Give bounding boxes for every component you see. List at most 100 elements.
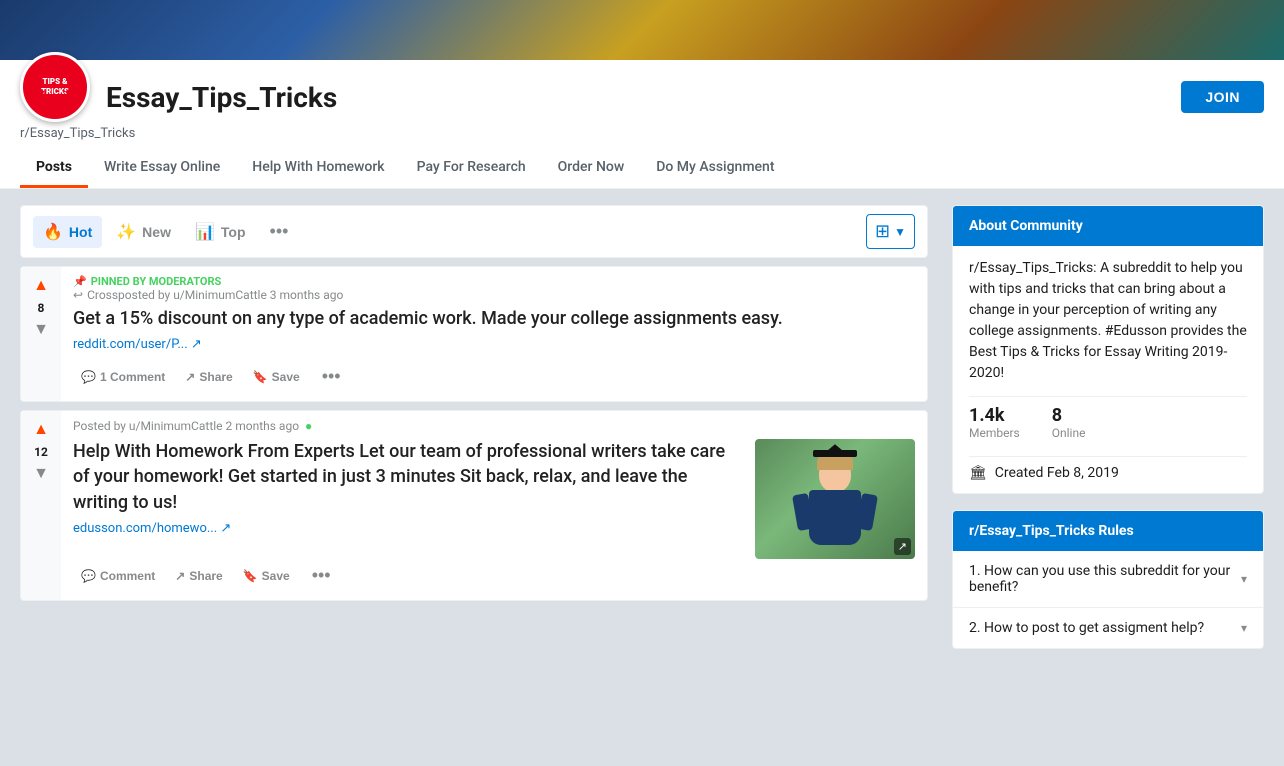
logo-text-line1: TIPS & — [42, 77, 67, 86]
join-button[interactable]: JOIN — [1181, 81, 1264, 113]
comment-button-1[interactable]: 💬 1 Comment — [73, 364, 173, 390]
crosspost-text: Crossposted by u/MinimumCattle 3 months … — [87, 288, 343, 302]
thumbnail-link-icon[interactable]: ↗ — [894, 538, 911, 555]
star-badge-shape: TIPS & TRICKS — [25, 57, 85, 117]
comment-label-1: 1 Comment — [100, 370, 165, 384]
rules-header: r/Essay_Tips_Tricks Rules — [953, 511, 1263, 551]
rule-item-2[interactable]: 2. How to post to get assigment help? ▾ — [953, 608, 1263, 648]
community-logo: TIPS & TRICKS — [20, 52, 90, 122]
post-link-2[interactable]: edusson.com/homewo... ↗ — [73, 521, 743, 536]
rule-1-text: 1. How can you use this subreddit for yo… — [969, 563, 1241, 595]
post-row-2: Help With Homework From Experts Let our … — [73, 439, 915, 559]
sort-hot-button[interactable]: 🔥 Hot — [33, 216, 102, 248]
about-community-header: About Community — [953, 206, 1263, 246]
subreddit-name: r/Essay_Tips_Tricks — [0, 122, 1284, 149]
building-icon: 🏛 — [969, 465, 987, 481]
grid-icon: ⊞ — [875, 221, 890, 242]
rule-2-num: 2. — [969, 620, 981, 636]
vote-count-1: 8 — [38, 301, 45, 315]
comment-button-2[interactable]: 💬 Comment — [73, 563, 163, 589]
crosspost-info-1: ↩ Crossposted by u/MinimumCattle 3 month… — [73, 288, 915, 302]
comment-icon-2: 💬 — [81, 569, 96, 583]
post-content-2: Posted by u/MinimumCattle 2 months ago ●… — [61, 411, 927, 600]
chevron-down-icon: ▼ — [894, 225, 906, 239]
community-info: Essay_Tips_Tricks — [106, 81, 1165, 114]
flame-icon: 🔥 — [43, 222, 63, 242]
thumbnail-image-2 — [755, 439, 915, 559]
comment-icon-1: 💬 — [81, 370, 96, 384]
tab-help-homework[interactable]: Help With Homework — [236, 149, 400, 188]
rule-2-text: 2. How to post to get assigment help? — [969, 620, 1204, 636]
graduate-illustration — [775, 444, 895, 554]
post-card-1: ▲ 8 ▼ 📌 PINNED BY MODERATORS ↩ Crosspost… — [20, 266, 928, 402]
sidebar-column: About Community r/Essay_Tips_Tricks: A s… — [952, 205, 1264, 665]
post-card-2: ▲ 12 ▼ Posted by u/MinimumCattle 2 month… — [20, 410, 928, 601]
save-label-1: Save — [272, 370, 300, 384]
hot-label: Hot — [69, 224, 92, 240]
members-label: Members — [969, 426, 1020, 440]
upvote-button-1[interactable]: ▲ — [31, 275, 51, 297]
chevron-down-icon-1: ▾ — [1241, 572, 1247, 586]
post-link-1[interactable]: reddit.com/user/P... ↗ — [73, 337, 915, 352]
post-text-area-2: Help With Homework From Experts Let our … — [73, 439, 743, 559]
members-stat: 1.4k Members — [969, 405, 1020, 440]
rule-1-label: How can you use this subreddit for your … — [969, 563, 1230, 595]
post-content-1: 📌 PINNED BY MODERATORS ↩ Crossposted by … — [61, 267, 927, 401]
members-count: 1.4k — [969, 405, 1020, 426]
vote-column-2: ▲ 12 ▼ — [21, 411, 61, 600]
sparkle-icon: ✨ — [116, 222, 136, 242]
main-layout: 🔥 Hot ✨ New 📊 Top ••• ⊞ ▼ ▲ 8 ▼ — [0, 189, 1284, 681]
post-actions-2: 💬 Comment ↗ Share 🔖 Save ••• — [73, 559, 915, 592]
online-count: 8 — [1052, 405, 1086, 426]
post-title-1[interactable]: Get a 15% discount on any type of academ… — [73, 306, 915, 331]
save-button-1[interactable]: 🔖 Save — [245, 364, 308, 390]
tab-pay-research[interactable]: Pay For Research — [401, 149, 542, 188]
community-stats: 1.4k Members 8 Online — [969, 396, 1247, 440]
grad-cap-top — [823, 444, 847, 454]
about-description: r/Essay_Tips_Tricks: A subreddit to help… — [969, 258, 1247, 384]
post-title-2[interactable]: Help With Homework From Experts Let our … — [73, 439, 743, 515]
rule-item-1[interactable]: 1. How can you use this subreddit for yo… — [953, 551, 1263, 608]
new-label: New — [142, 224, 171, 240]
nav-tabs: Posts Write Essay Online Help With Homew… — [0, 149, 1284, 189]
downvote-button-2[interactable]: ▼ — [31, 463, 51, 485]
post-more-button-1[interactable]: ••• — [312, 360, 351, 393]
post-actions-1: 💬 1 Comment ↗ Share 🔖 Save ••• — [73, 360, 915, 393]
tab-do-assignment[interactable]: Do My Assignment — [640, 149, 790, 188]
share-icon-2: ↗ — [175, 569, 185, 583]
sort-bar: 🔥 Hot ✨ New 📊 Top ••• ⊞ ▼ — [20, 205, 928, 258]
share-button-1[interactable]: ↗ Share — [177, 364, 240, 390]
logo-text-line2: TRICKS — [41, 87, 69, 96]
post-meta-2: Posted by u/MinimumCattle 2 months ago ● — [73, 419, 915, 433]
share-icon-1: ↗ — [185, 370, 195, 384]
online-label: Online — [1052, 426, 1086, 440]
tab-order-now[interactable]: Order Now — [542, 149, 641, 188]
online-stat: 8 Online — [1052, 405, 1086, 440]
rule-1-num: 1. — [969, 563, 981, 579]
view-toggle-button[interactable]: ⊞ ▼ — [866, 214, 915, 249]
downvote-button-1[interactable]: ▼ — [31, 319, 51, 341]
pin-icon: 📌 — [73, 275, 87, 288]
save-button-2[interactable]: 🔖 Save — [235, 563, 298, 589]
share-label-2: Share — [189, 569, 222, 583]
sort-more-button[interactable]: ••• — [260, 215, 299, 248]
tab-posts[interactable]: Posts — [20, 149, 88, 188]
sort-top-button[interactable]: 📊 Top — [185, 216, 256, 248]
created-date-row: 🏛 Created Feb 8, 2019 — [969, 456, 1247, 481]
pinned-badge-1: 📌 PINNED BY MODERATORS — [73, 275, 915, 288]
post-author-2: Posted by u/MinimumCattle 2 months ago — [73, 419, 299, 433]
save-icon-2: 🔖 — [243, 569, 258, 583]
upvote-button-2[interactable]: ▲ — [31, 419, 51, 441]
share-label-1: Share — [199, 370, 232, 384]
vote-count-2: 12 — [34, 445, 48, 459]
sort-new-button[interactable]: ✨ New — [106, 216, 181, 248]
tab-write-essay[interactable]: Write Essay Online — [88, 149, 236, 188]
created-date: Created Feb 8, 2019 — [995, 465, 1119, 481]
rules-card: r/Essay_Tips_Tricks Rules 1. How can you… — [952, 510, 1264, 649]
posts-column: 🔥 Hot ✨ New 📊 Top ••• ⊞ ▼ ▲ 8 ▼ — [20, 205, 928, 665]
post-flair-icon: ● — [305, 419, 312, 433]
about-community-body: r/Essay_Tips_Tricks: A subreddit to help… — [953, 246, 1263, 493]
post-thumbnail-2[interactable]: ↗ — [755, 439, 915, 559]
post-more-button-2[interactable]: ••• — [302, 559, 341, 592]
share-button-2[interactable]: ↗ Share — [167, 563, 230, 589]
